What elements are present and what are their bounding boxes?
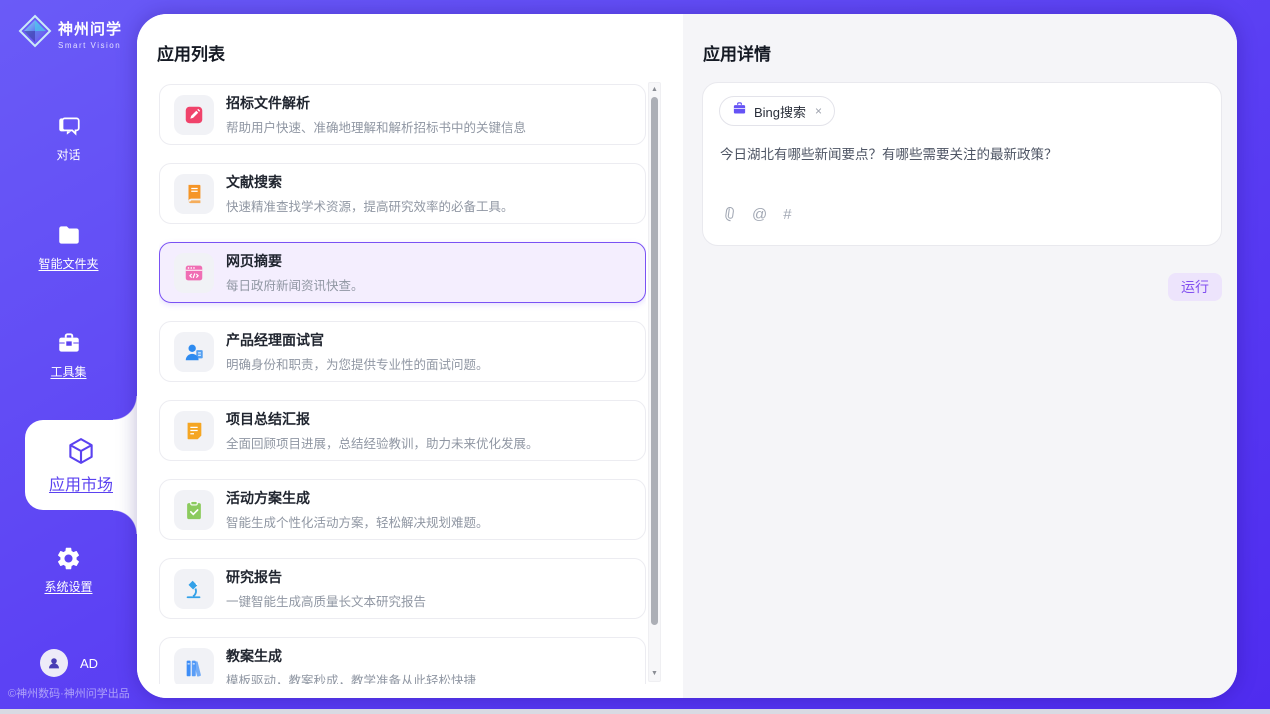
- app-list-panel: 应用列表 招标文件解析 帮助用户快速、准确地理解和解析招标书中的关键信息 文献搜…: [137, 14, 683, 698]
- research-icon: [174, 569, 214, 609]
- app-list-title: 应用列表: [157, 40, 225, 65]
- clipboard-icon: [174, 490, 214, 530]
- copyright-text: ©神州数码·神州问学出品: [8, 685, 130, 701]
- brand-diamond-icon: [18, 14, 52, 53]
- prompt-card: Bing搜索 × 今日湖北有哪些新闻要点？有哪些需要关注的最新政策？ @ #: [702, 82, 1222, 246]
- cube-icon: [66, 436, 96, 471]
- app-card-description: 快速精准查找学术资源，提高研究效率的必备工具。: [226, 196, 514, 215]
- app-detail-title: 应用详情: [703, 40, 771, 65]
- at-icon[interactable]: @: [752, 206, 767, 223]
- doc-edit-icon: [174, 95, 214, 135]
- app-card-list: 招标文件解析 帮助用户快速、准确地理解和解析招标书中的关键信息 文献搜索 快速精…: [159, 84, 646, 684]
- notch-curve-top: [113, 396, 137, 420]
- book-icon: [174, 174, 214, 214]
- app-card[interactable]: 网页摘要 每日政府新闻资讯快查。: [159, 242, 646, 303]
- sidebar: 神州问学 Smart Vision 对话 智能文件夹: [0, 0, 137, 709]
- app-card[interactable]: 教案生成 模板驱动，教案秒成，教学准备从此轻松快捷: [159, 637, 646, 684]
- page-bottom-edge: [0, 709, 1270, 714]
- sidebar-item-label: 智能文件夹: [38, 255, 98, 272]
- app-detail-panel: 应用详情 Bing搜索 × 今日湖北有哪些新闻要点？有哪些需要关注的最新政策？: [683, 14, 1237, 698]
- sidebar-item-label: 系统设置: [44, 578, 92, 595]
- tool-tag-label: Bing搜索: [754, 102, 806, 121]
- sidebar-item-toolset[interactable]: 工具集: [0, 329, 137, 380]
- sidebar-item-label: 应用市场: [49, 471, 113, 495]
- toolbox-icon: [55, 329, 83, 357]
- app-card[interactable]: 招标文件解析 帮助用户快速、准确地理解和解析招标书中的关键信息: [159, 84, 646, 145]
- app-logo: 神州问学 Smart Vision: [18, 14, 122, 53]
- input-toolbar: @ #: [721, 206, 792, 223]
- app-card-title: 活动方案生成: [226, 488, 489, 508]
- app-card-title: 产品经理面试官: [226, 330, 489, 350]
- app-card[interactable]: 研究报告 一键智能生成高质量长文本研究报告: [159, 558, 646, 619]
- sidebar-item-settings[interactable]: 系统设置: [0, 544, 137, 595]
- app-card-description: 智能生成个性化活动方案，轻松解决规划难题。: [226, 512, 489, 531]
- app-card-title: 项目总结汇报: [226, 409, 539, 429]
- hash-icon[interactable]: #: [783, 206, 791, 223]
- app-card[interactable]: 产品经理面试官 明确身份和职责，为您提供专业性的面试问题。: [159, 321, 646, 382]
- chat-icon: [55, 112, 83, 140]
- app-card-description: 全面回顾项目进展，总结经验教训，助力未来优化发展。: [226, 433, 539, 452]
- app-card-title: 文献搜索: [226, 172, 514, 192]
- person-icon: [174, 332, 214, 372]
- app-card-description: 每日政府新闻资讯快查。: [226, 275, 364, 294]
- app-card[interactable]: 项目总结汇报 全面回顾项目进展，总结经验教训，助力未来优化发展。: [159, 400, 646, 461]
- main-content: 应用列表 招标文件解析 帮助用户快速、准确地理解和解析招标书中的关键信息 文献搜…: [137, 14, 1237, 698]
- sidebar-item-chat[interactable]: 对话: [0, 112, 137, 163]
- avatar: [40, 649, 68, 677]
- app-card-title: 招标文件解析: [226, 93, 526, 113]
- sidebar-item-smart-folder[interactable]: 智能文件夹: [0, 221, 137, 272]
- app-window: 神州问学 Smart Vision 对话 智能文件夹: [0, 0, 1270, 709]
- app-card-description: 模板驱动，教案秒成，教学准备从此轻松快捷: [226, 670, 476, 684]
- browser-icon: [174, 253, 214, 293]
- app-card-description: 帮助用户快速、准确地理解和解析招标书中的关键信息: [226, 117, 526, 136]
- sidebar-item-label: 对话: [56, 146, 80, 163]
- memo-icon: [174, 411, 214, 451]
- app-card-description: 一键智能生成高质量长文本研究报告: [226, 591, 426, 610]
- user-initials: AD: [80, 656, 98, 671]
- tool-tag-bing-search[interactable]: Bing搜索 ×: [719, 96, 835, 126]
- briefcase-icon: [732, 101, 747, 121]
- app-card-title: 教案生成: [226, 646, 476, 666]
- brand-subtitle: Smart Vision: [58, 41, 122, 50]
- list-scrollbar[interactable]: ▲ ▼: [648, 82, 661, 682]
- scrollbar-thumb[interactable]: [651, 97, 658, 625]
- app-card[interactable]: 文献搜索 快速精准查找学术资源，提高研究效率的必备工具。: [159, 163, 646, 224]
- paperclip-icon[interactable]: [721, 207, 736, 222]
- scroll-up-arrow[interactable]: ▲: [649, 84, 660, 96]
- sidebar-item-label: 工具集: [50, 363, 86, 380]
- brand-name: 神州问学: [58, 18, 122, 39]
- close-icon[interactable]: ×: [813, 104, 824, 118]
- scroll-down-arrow[interactable]: ▼: [649, 668, 660, 680]
- notch-curve-bottom: [113, 510, 137, 534]
- folder-icon: [55, 221, 83, 249]
- books-icon: [174, 648, 214, 685]
- app-card-description: 明确身份和职责，为您提供专业性的面试问题。: [226, 354, 489, 373]
- sidebar-item-app-market[interactable]: 应用市场: [25, 420, 137, 510]
- app-card-title: 网页摘要: [226, 251, 364, 271]
- prompt-input[interactable]: 今日湖北有哪些新闻要点？有哪些需要关注的最新政策？: [720, 145, 1206, 203]
- gear-icon: [55, 544, 83, 572]
- run-button[interactable]: 运行: [1168, 273, 1222, 301]
- user-account[interactable]: AD: [40, 649, 98, 677]
- app-card-title: 研究报告: [226, 567, 426, 587]
- app-card[interactable]: 活动方案生成 智能生成个性化活动方案，轻松解决规划难题。: [159, 479, 646, 540]
